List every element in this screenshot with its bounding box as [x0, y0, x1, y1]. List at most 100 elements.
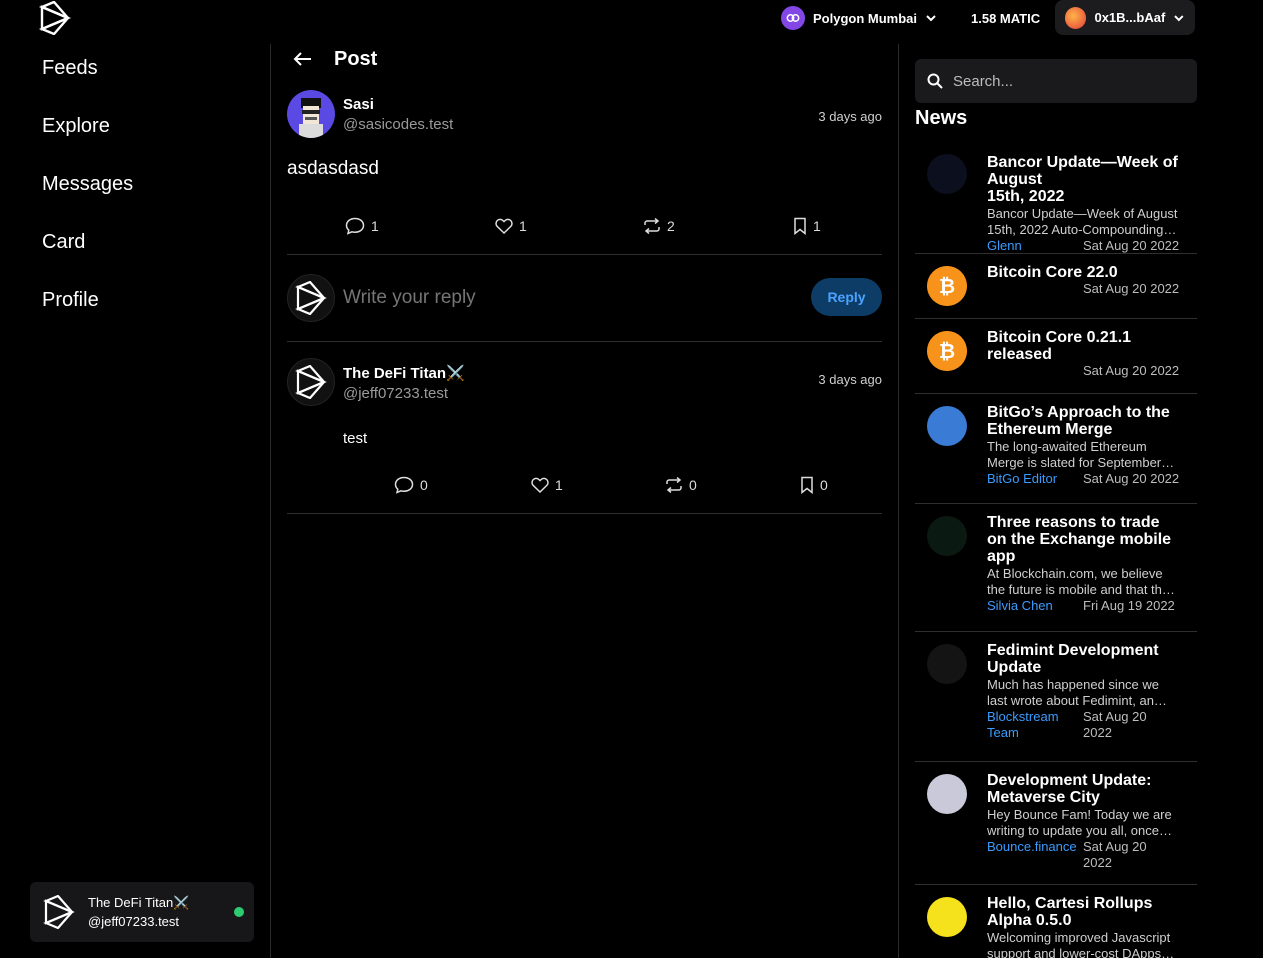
search-bar[interactable] — [915, 59, 1197, 103]
nav-item-feeds[interactable]: Feeds — [42, 55, 133, 113]
comment-button[interactable]: 1 — [345, 217, 495, 235]
bookmark-count: 1 — [813, 218, 821, 234]
news-title: Bancor Update—Week of August 15th, 2022 — [987, 154, 1178, 205]
news-author[interactable]: Glenn — [987, 238, 1083, 254]
mirror-count: 0 — [689, 477, 697, 493]
mirror-icon — [644, 218, 660, 234]
news-thumbnail — [927, 774, 967, 814]
comment-icon — [394, 476, 414, 494]
bookmark-count: 0 — [820, 477, 828, 493]
author-avatar[interactable] — [287, 358, 335, 406]
news-title: Development Update: Metaverse City — [987, 772, 1152, 806]
current-user-handle: @jeff07233.test — [88, 914, 180, 929]
post-text: asdasdasd — [287, 158, 379, 179]
account-selector[interactable]: 0x1B...bAaf — [1055, 0, 1195, 35]
author-handle[interactable]: @jeff07233.test — [343, 385, 465, 402]
news-item[interactable]: BitGo’s Approach to the Ethereum Merge Th… — [915, 394, 1197, 504]
news-description: Welcoming improved Javascript support an… — [987, 930, 1175, 958]
news-author[interactable]: BitGo Editor — [987, 471, 1083, 487]
news-author[interactable]: Bounce.finance — [987, 839, 1083, 871]
like-count: 1 — [519, 218, 527, 234]
news-date: Sat Aug 20 2022 — [1083, 839, 1147, 870]
main-post[interactable]: Sasi @sasicodes.test 3 days ago asdasdas… — [287, 90, 882, 255]
news-date: Fri Aug 19 2022 — [1083, 598, 1175, 613]
news-thumbnail — [927, 897, 967, 937]
reply-button[interactable]: Reply — [811, 278, 882, 316]
bookmark-icon — [801, 476, 813, 494]
bookmark-button[interactable]: 0 — [800, 476, 828, 494]
like-button[interactable]: 1 — [531, 477, 665, 493]
pixel-avatar-icon — [299, 98, 323, 138]
post-view: Post Sasi @sasicodes.test 3 days ago asd… — [287, 44, 882, 514]
news-item[interactable]: Development Update: Metaverse City Hey Bo… — [915, 762, 1197, 885]
account-address: 0x1B...bAaf — [1094, 10, 1166, 25]
bitcoin-icon: ₿ — [927, 331, 967, 371]
news-date: Sat Aug 20 2022 — [1083, 471, 1180, 486]
news-title: Bitcoin Core 22.0 — [987, 264, 1118, 281]
news-thumbnail — [927, 406, 967, 446]
chevron-down-icon — [926, 15, 936, 22]
search-icon — [927, 73, 943, 89]
news-date: Sat Aug 20 2022 — [1083, 709, 1147, 740]
news-description: The long-awaited Ethereum Merge is slate… — [987, 439, 1175, 470]
current-user-name: The DeFi Titan⚔️ — [88, 895, 190, 910]
news-author[interactable]: Blockstream Team — [987, 709, 1083, 741]
author-name[interactable]: Sasi — [343, 96, 453, 113]
news-title: Hello, Cartesi Rollups Alpha 0.5.0 — [987, 895, 1153, 929]
news-title: Fedimint Development Update — [987, 642, 1159, 676]
heart-icon — [495, 218, 513, 234]
search-input[interactable] — [953, 72, 1183, 90]
right-divider — [898, 44, 899, 958]
reply-input[interactable] — [343, 287, 783, 309]
nav-item-card[interactable]: Card — [42, 229, 133, 287]
news-item[interactable]: ₿ Bitcoin Core 0.21.1 released Sat Aug 20 … — [915, 319, 1197, 394]
account-avatar — [1065, 6, 1087, 29]
network-selector[interactable]: Polygon Mumbai — [781, 5, 937, 31]
author-handle[interactable]: @sasicodes.test — [343, 116, 453, 133]
bookmark-icon — [794, 217, 806, 235]
comment-button[interactable]: 0 — [394, 476, 531, 494]
post-time: 3 days ago — [818, 109, 882, 124]
nav-item-messages[interactable]: Messages — [42, 171, 133, 229]
chevron-down-icon — [1174, 14, 1184, 21]
news-title: BitGo’s Approach to the Ethereum Merge — [987, 404, 1170, 438]
logo-icon — [43, 895, 75, 929]
news-item[interactable]: Hello, Cartesi Rollups Alpha 0.5.0 Welcom… — [915, 885, 1197, 958]
back-arrow-icon[interactable] — [292, 51, 312, 67]
sidebar-nav: Feeds Explore Messages Card Profile — [42, 55, 133, 345]
news-heading: News — [915, 107, 968, 129]
news-author[interactable]: Silvia Chen — [987, 598, 1083, 614]
news-item[interactable]: Three reasons to trade on the Exchange m… — [915, 504, 1197, 632]
bookmark-button[interactable]: 1 — [793, 217, 821, 235]
online-status-dot — [234, 907, 244, 917]
like-button[interactable]: 1 — [495, 218, 643, 234]
divider — [287, 513, 882, 514]
page-title: Post — [334, 47, 378, 70]
svg-text:₿: ₿ — [939, 276, 955, 298]
mirror-button[interactable]: 0 — [665, 477, 800, 493]
news-thumbnail — [927, 516, 967, 556]
news-description: Much has happened since we last wrote ab… — [987, 677, 1167, 708]
author-name[interactable]: The DeFi Titan⚔️ — [343, 364, 465, 382]
news-thumbnail: ₿ — [927, 266, 967, 306]
news-date: Sat Aug 20 2022 — [1083, 281, 1180, 296]
divider — [287, 341, 882, 342]
heart-icon — [531, 477, 549, 493]
news-title: Three reasons to trade on the Exchange m… — [987, 514, 1172, 565]
news-item[interactable]: ₿ Bitcoin Core 22.0 Sat Aug 20 2022 — [915, 254, 1197, 319]
news-item[interactable]: Bancor Update—Week of August 15th, 2022 B… — [915, 144, 1197, 254]
author-avatar[interactable] — [287, 90, 335, 138]
news-date: Sat Aug 20 2022 — [1083, 363, 1180, 378]
post-time: 3 days ago — [818, 372, 882, 387]
news-item[interactable]: Fedimint Development Update Much has happ… — [915, 632, 1197, 762]
reply-composer: Reply — [287, 255, 882, 341]
current-user-card[interactable]: The DeFi Titan⚔️ @jeff07233.test — [30, 882, 254, 942]
nav-item-profile[interactable]: Profile — [42, 287, 133, 345]
mirror-button[interactable]: 2 — [643, 218, 793, 234]
app-logo[interactable] — [38, 1, 72, 35]
mirror-icon — [666, 477, 682, 493]
news-description: At Blockchain.com, we believe the future… — [987, 566, 1175, 597]
reply-post[interactable]: The DeFi Titan⚔️ @jeff07233.test 3 days … — [287, 358, 882, 514]
nav-item-explore[interactable]: Explore — [42, 113, 133, 171]
news-thumbnail — [927, 154, 967, 194]
